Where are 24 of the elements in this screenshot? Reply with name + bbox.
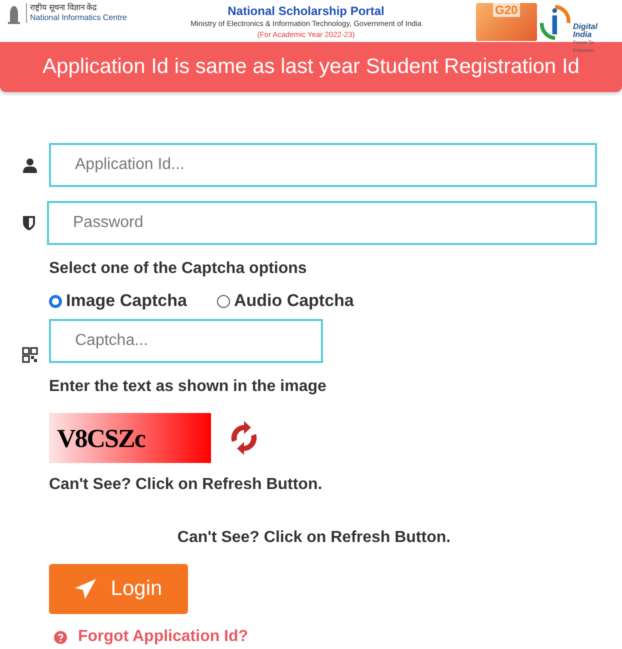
help-icon [54, 630, 67, 644]
nic-name: National Informatics Centre [30, 13, 127, 23]
refresh-icon[interactable] [229, 421, 259, 455]
forgot-application-id-link[interactable]: Forgot Application Id? [78, 625, 248, 649]
captcha-option-radio[interactable]: Image Captcha [49, 291, 187, 311]
captcha-field[interactable]: Captcha... [49, 319, 323, 363]
portal-title: National Scholarship Portal [228, 4, 384, 18]
refresh-hint-centered: Can't See? Click on Refresh Button. [176, 528, 452, 548]
emblem-icon [6, 3, 22, 25]
password-field[interactable]: Password [47, 201, 597, 245]
digital-india-text: Digital India [572, 23, 598, 39]
send-icon [74, 579, 97, 599]
captcha-options-heading: Select one of the Captcha options [49, 259, 308, 279]
application-id-field[interactable]: Application Id... [49, 143, 597, 187]
qr-code-icon [22, 347, 38, 363]
digital-india-logo-icon [538, 3, 571, 41]
user-icon [22, 157, 38, 173]
captcha-instruction: Enter the text as shown in the image [49, 377, 328, 397]
captcha-option-radio[interactable]: Audio Captcha [216, 291, 354, 311]
g20-logo: G20 [476, 3, 537, 41]
shield-icon [22, 215, 36, 231]
captcha-image: V8CSZc [49, 413, 211, 463]
nic-hindi-name: राष्ट्रीय सूचना विज्ञान केंद्र [30, 3, 98, 13]
refresh-hint: Can't See? Click on Refresh Button. [49, 475, 324, 495]
